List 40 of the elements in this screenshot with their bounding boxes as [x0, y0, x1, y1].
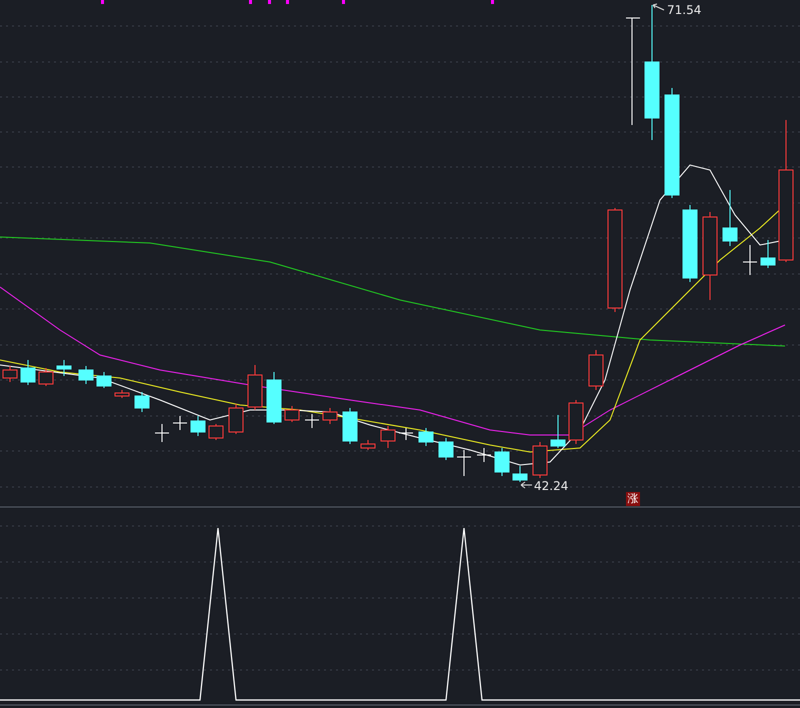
- candlestick: [20, 360, 36, 386]
- candlestick: [208, 424, 224, 440]
- candlestick: [398, 428, 414, 440]
- low-price-leader: [520, 482, 532, 488]
- candlestick: [722, 190, 738, 246]
- candlestick: [322, 408, 338, 424]
- candlestick: [456, 450, 472, 476]
- high-price-label: 71.54: [667, 3, 702, 17]
- candlestick: [114, 390, 130, 398]
- candlestick: [588, 350, 604, 390]
- candlestick: [360, 440, 376, 450]
- candlestick: [760, 240, 776, 268]
- candlestick: [134, 392, 150, 412]
- candlestick: [304, 414, 320, 428]
- candlestick: [228, 404, 244, 434]
- candlestick: [172, 416, 188, 430]
- rise-marker: 涨: [626, 492, 640, 506]
- candlestick: [96, 372, 112, 388]
- candlestick: [248, 364, 262, 410]
- candlestick: [742, 244, 758, 276]
- low-price-label: 42.24: [534, 479, 568, 493]
- candlestick: [476, 448, 492, 462]
- candlestick: [2, 366, 18, 382]
- candlestick: [532, 442, 548, 478]
- candlestick: [512, 466, 528, 482]
- candlestick: [56, 360, 72, 376]
- candlestick: [418, 428, 434, 446]
- candlestick: [190, 416, 206, 436]
- candlestick: [438, 438, 454, 460]
- candlestick: [342, 408, 358, 444]
- candlestick: [494, 448, 510, 476]
- candlestick: [550, 414, 566, 448]
- candlestick: [284, 406, 300, 422]
- candlestick: [38, 368, 54, 386]
- candlestick: [78, 366, 94, 384]
- candlestick: [568, 400, 584, 444]
- candlestick: [154, 424, 170, 442]
- high-price-leader: [652, 4, 664, 10]
- candlestick: [380, 426, 396, 448]
- candlestick: [266, 372, 282, 424]
